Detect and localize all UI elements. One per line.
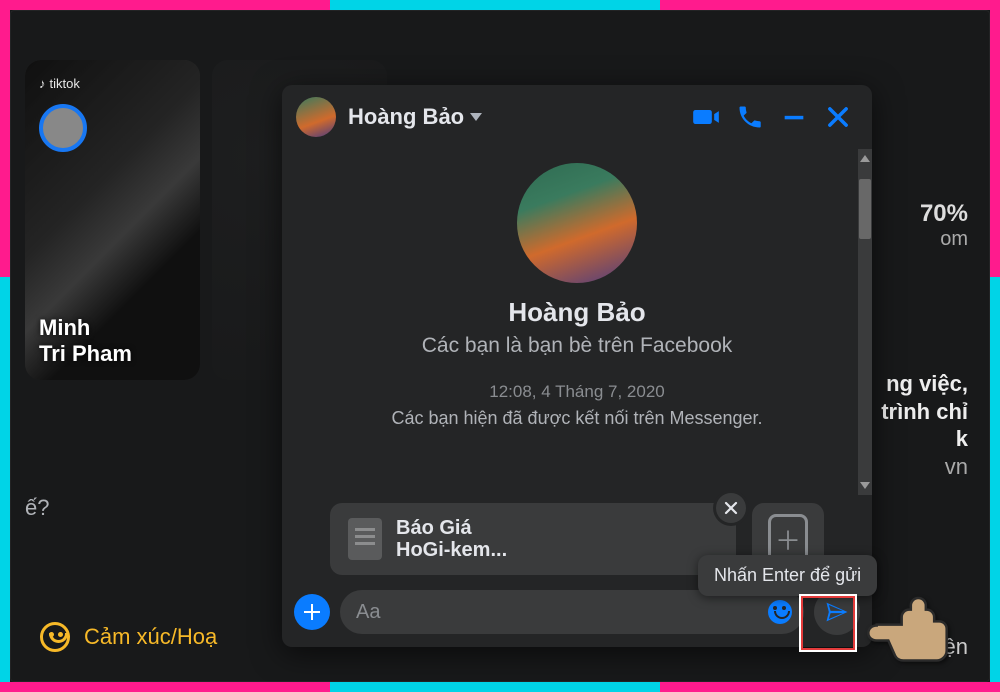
- minimize-icon: [780, 103, 808, 131]
- scroll-thumb[interactable]: [859, 179, 871, 239]
- plus-icon: [302, 602, 322, 622]
- smiley-icon: [40, 622, 70, 652]
- conversation-timestamp: 12:08, 4 Tháng 7, 2020: [489, 382, 665, 402]
- chevron-down-icon: [470, 113, 482, 121]
- message-input[interactable]: [356, 601, 768, 624]
- emoji-picker-button[interactable]: [768, 600, 792, 624]
- video-call-button[interactable]: [690, 101, 722, 133]
- reaction-button[interactable]: Cảm xúc/Hoạ: [40, 622, 217, 652]
- story-card[interactable]: ♪ tiktok MinhTri Pham: [25, 60, 200, 380]
- chat-avatar[interactable]: [296, 97, 336, 137]
- chat-title-button[interactable]: Hoàng Bảo: [348, 104, 482, 130]
- send-button-highlight: [800, 595, 856, 651]
- connected-message: Các bạn hiện đã được kết nối trên Messen…: [391, 408, 762, 429]
- chat-header: Hoàng Bảo: [282, 85, 872, 149]
- close-icon: [723, 500, 739, 516]
- minimize-button[interactable]: [778, 101, 810, 133]
- audio-call-button[interactable]: [734, 101, 766, 133]
- phone-icon: [736, 103, 764, 131]
- tiktok-brand: ♪ tiktok: [39, 76, 80, 91]
- friend-status: Các bạn là bạn bè trên Facebook: [422, 334, 733, 358]
- chat-contact-name: Hoàng Bảo: [348, 104, 464, 130]
- scroll-down-icon: [860, 482, 870, 489]
- background-prompt-fragment: ế?: [25, 495, 49, 521]
- remove-attachment-button[interactable]: [716, 493, 746, 523]
- attachment-filename: Báo Giá HoGi-kem...: [396, 517, 507, 561]
- chat-body: Hoàng Bảo Các bạn là bạn bè trên Faceboo…: [282, 149, 872, 495]
- scroll-up-icon: [860, 155, 870, 162]
- attachment-file[interactable]: Báo Giá HoGi-kem...: [330, 503, 736, 575]
- background-stat: 70% om: [920, 200, 968, 251]
- reaction-label: Cảm xúc/Hoạ: [84, 624, 217, 650]
- story-user-name: MinhTri Pham: [39, 315, 132, 366]
- document-icon: [348, 518, 382, 560]
- profile-name: Hoàng Bảo: [508, 297, 645, 328]
- hand-pointer-icon: [860, 588, 960, 673]
- background-headline: ng việc, trình chỉ k vn: [881, 370, 968, 480]
- send-tooltip: Nhấn Enter để gửi: [698, 555, 877, 596]
- profile-avatar[interactable]: [517, 163, 637, 283]
- message-input-container[interactable]: [340, 590, 804, 634]
- chat-scrollbar[interactable]: [858, 149, 872, 495]
- more-actions-button[interactable]: [294, 594, 330, 630]
- app-viewport: ♪ tiktok MinhTri Pham ế? Cảm xúc/Hoạ 70%…: [10, 10, 990, 682]
- close-icon: [824, 103, 852, 131]
- close-button[interactable]: [822, 101, 854, 133]
- video-icon: [692, 103, 720, 131]
- story-avatar: [39, 104, 87, 152]
